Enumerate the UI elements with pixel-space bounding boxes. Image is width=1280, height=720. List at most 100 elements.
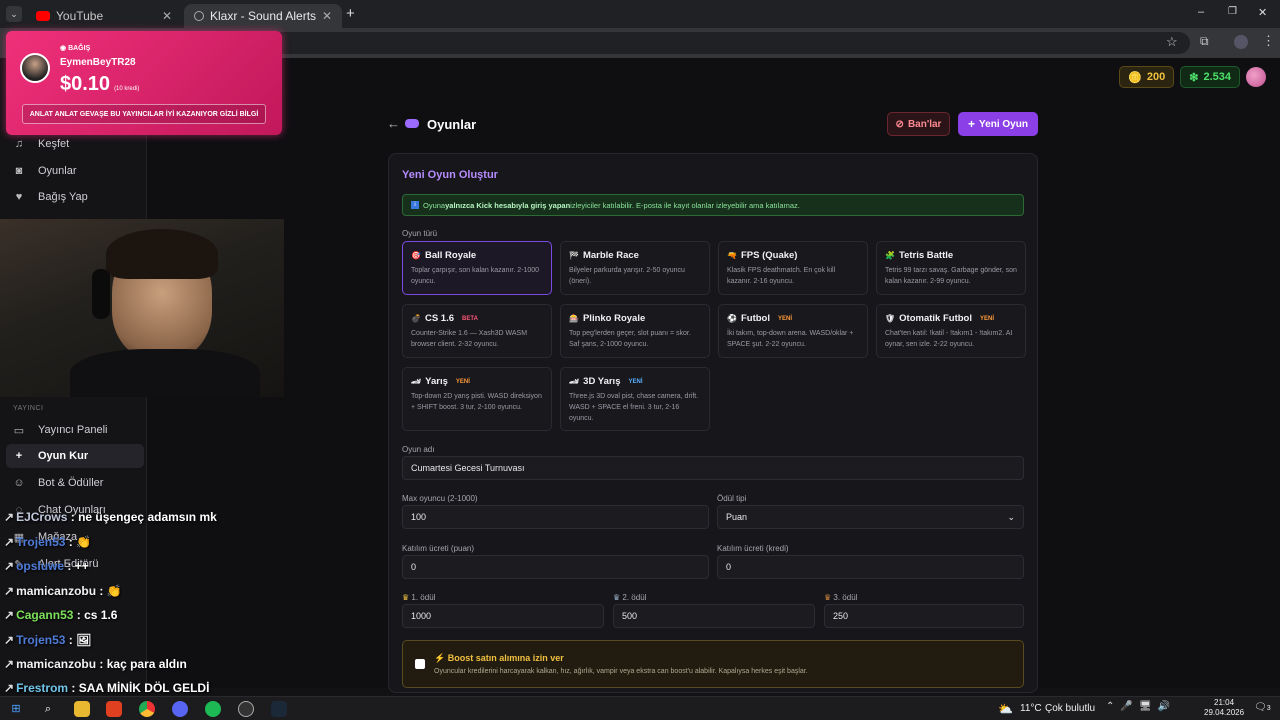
chat-message: ↗ opsluwe : ++ xyxy=(4,559,89,573)
prize-1-input[interactable]: 1000 xyxy=(402,604,604,628)
game-type-card[interactable]: 🔫 FPS (Quake) Klasik FPS deathmatch. En ço… xyxy=(718,241,868,295)
clock-time: 21:04 xyxy=(1214,698,1235,707)
tab-klaxr[interactable]: Klaxr - Sound Alerts ✕ xyxy=(184,4,342,28)
game-type-icon: 🏎 xyxy=(411,377,422,386)
weather-icon: ⛅ xyxy=(998,702,1013,716)
game-type-card[interactable]: 🛡 Otomatik Futbol YENİ Chat'ten katıl: !kat… xyxy=(876,304,1026,358)
game-type-icon: 🏎 xyxy=(569,377,580,386)
chat-sword-icon: ↗ xyxy=(4,608,15,622)
chrome-icon[interactable] xyxy=(139,701,155,717)
chat-text: : ne üşengeç adamsın mk xyxy=(67,510,217,524)
entry-points-input[interactable]: 0 xyxy=(402,555,709,579)
tray-icons[interactable]: ⌃🎤🖥🔊 xyxy=(1106,701,1176,712)
steam-icon[interactable] xyxy=(271,701,287,717)
game-type-description: Top peg'lerden geçer, slot puanı = skor.… xyxy=(569,330,691,348)
boost-checkbox[interactable] xyxy=(415,659,425,669)
spotify-icon[interactable] xyxy=(205,701,221,717)
game-type-name: Yarış xyxy=(425,376,448,387)
game-type-name: CS 1.6 xyxy=(424,313,455,324)
sidebar-item-bagis-yap[interactable]: ♥ Bağış Yap xyxy=(6,185,144,209)
notification-icon[interactable]: 🗨3 xyxy=(1254,702,1271,713)
game-type-card[interactable]: ⚽ Futbol YENİ İki takım, top-down arena. WA… xyxy=(718,304,868,358)
sidebar-item-oyun-kur[interactable]: + Oyun Kur xyxy=(6,444,144,468)
prize-1-label: ♛ 1. ödül xyxy=(402,593,436,602)
game-type-description: Three.js 3D oval pist, chase camera, dri… xyxy=(569,393,699,422)
new-game-button[interactable]: + Yeni Oyun xyxy=(958,112,1038,136)
search-icon[interactable]: ⌕ xyxy=(40,701,56,717)
game-type-card[interactable]: 🧩 Tetris Battle Tetris 99 tarzı savaş. Gar… xyxy=(876,241,1026,295)
info-icon: i xyxy=(411,201,419,209)
kick-icon: ◉ xyxy=(60,45,67,52)
game-type-card[interactable]: 🏎 3D Yarış YENİ Three.js 3D oval pist, chas… xyxy=(560,367,710,431)
game-type-card[interactable]: 🎰 Plinko Royale Top peg'lerden geçer, slot… xyxy=(560,304,710,358)
game-type-icon: 🔫 xyxy=(727,251,737,260)
game-type-name: Otomatik Futbol xyxy=(899,313,972,324)
max-players-input[interactable]: 100 xyxy=(402,505,709,529)
app-icon[interactable] xyxy=(106,701,122,717)
game-type-card[interactable]: 🎯 Ball Royale Toplar çarpışır, son kalan k… xyxy=(402,241,552,295)
chat-message: ↗ mamicanzobu : kaç para aldın xyxy=(4,657,187,671)
game-type-description: Tetris 99 tarzı savaş. Garbage gönder, s… xyxy=(885,267,1017,285)
ban-icon: ⊘ xyxy=(895,118,904,130)
discord-icon[interactable] xyxy=(172,701,188,717)
points-balance[interactable]: 🪙 200 xyxy=(1119,66,1175,88)
coin-icon: 🪙 xyxy=(1128,71,1142,84)
gamepad-icon: ◙ xyxy=(15,165,23,177)
entry-credits-input[interactable]: 0 xyxy=(717,555,1024,579)
sidebar-item-kesfet[interactable]: ♫ Keşfet xyxy=(6,132,144,156)
chat-text: : 🖼 xyxy=(65,633,92,647)
person-hair xyxy=(106,229,218,279)
sidebar-item-yayinci-paneli[interactable]: ▭ Yayıncı Paneli xyxy=(6,418,144,442)
minimize-button[interactable]: – xyxy=(1198,6,1204,18)
game-type-card[interactable]: 🏎 Yarış YENİ Top-down 2D yarış pisti. WASD … xyxy=(402,367,552,431)
prize-3-input[interactable]: 250 xyxy=(824,604,1024,628)
profile-icon[interactable] xyxy=(1234,35,1248,49)
chat-username: Trojen53 xyxy=(16,633,66,647)
prize-2-label: ♛ 2. ödül xyxy=(613,593,647,602)
reward-type-select[interactable]: Puan ⌄ xyxy=(717,505,1024,529)
game-type-card[interactable]: 🏁 Marble Race Bilyeler parkurda yarışır. 2… xyxy=(560,241,710,295)
credits-balance[interactable]: ❇ 2.534 xyxy=(1180,66,1240,88)
game-type-title: 🎯 Ball Royale xyxy=(411,250,543,261)
browser-tab-bar: ⌄ YouTube ✕ Klaxr - Sound Alerts ✕ + – ❐… xyxy=(0,0,1280,28)
prize-2-input[interactable]: 500 xyxy=(613,604,815,628)
chat-username: EJCrows xyxy=(16,510,68,524)
star-icon[interactable]: ☆ xyxy=(1166,34,1178,50)
bans-button[interactable]: ⊘ Ban'lar xyxy=(887,112,950,136)
close-window-button[interactable]: ✕ xyxy=(1258,6,1267,19)
points-value: 200 xyxy=(1146,71,1166,83)
donation-alert: ◉ BAĞIŞ EymenBeyTR28 $0.10 (10 kredi) AN… xyxy=(6,31,282,135)
game-type-description: Top-down 2D yarış pisti. WASD direksiyon… xyxy=(411,393,542,411)
game-type-description: İki takım, top-down arena. WASD/oklar + … xyxy=(727,330,854,348)
game-name-label: Oyun adı xyxy=(402,445,435,454)
plus-icon: + xyxy=(15,450,23,462)
sidebar-item-oyunlar[interactable]: ◙ Oyunlar xyxy=(6,159,144,183)
game-type-card[interactable]: 💣 CS 1.6 BETA Counter-Strike 1.6 — Xash3D W… xyxy=(402,304,552,358)
maximize-button[interactable]: ❐ xyxy=(1228,6,1237,17)
new-tab-button[interactable]: + xyxy=(346,5,355,22)
file-explorer-icon[interactable] xyxy=(74,701,90,717)
tab-youtube[interactable]: YouTube ✕ xyxy=(26,4,182,28)
tab-search-button[interactable]: ⌄ xyxy=(6,6,22,22)
avatar[interactable] xyxy=(1246,67,1266,87)
chat-text: : 👏 xyxy=(65,535,92,549)
game-type-icon: 🎰 xyxy=(569,314,579,323)
game-type-name: FPS (Quake) xyxy=(740,250,798,261)
close-icon[interactable]: ✕ xyxy=(322,9,332,23)
person-body xyxy=(70,349,260,397)
game-name-input[interactable]: Cumartesi Gecesi Turnuvası xyxy=(402,456,1024,480)
extensions-icon[interactable]: ⧉ xyxy=(1200,34,1209,49)
windows-start-icon[interactable]: ⊞ xyxy=(8,701,24,717)
game-type-description: Bilyeler parkurda yarışır. 2-50 oyuncu (… xyxy=(569,267,685,285)
close-icon[interactable]: ✕ xyxy=(162,9,172,23)
kick-notice: i Oyuna yalnızca Kick hesabıyla giriş ya… xyxy=(402,194,1024,216)
trophy-icon: ♛ xyxy=(613,593,621,602)
lightning-icon: ⚡ xyxy=(434,653,446,663)
chat-text: : ++ xyxy=(64,559,89,573)
back-arrow-icon[interactable]: ← xyxy=(387,116,400,131)
obs-icon[interactable] xyxy=(238,701,254,717)
sidebar-item-bot-oduller[interactable]: ☺ Bot & Ödüller xyxy=(6,471,144,495)
game-type-title: 🎰 Plinko Royale xyxy=(569,313,701,324)
game-type-name: Tetris Battle xyxy=(898,250,954,261)
menu-icon[interactable]: ⋮ xyxy=(1262,33,1275,49)
